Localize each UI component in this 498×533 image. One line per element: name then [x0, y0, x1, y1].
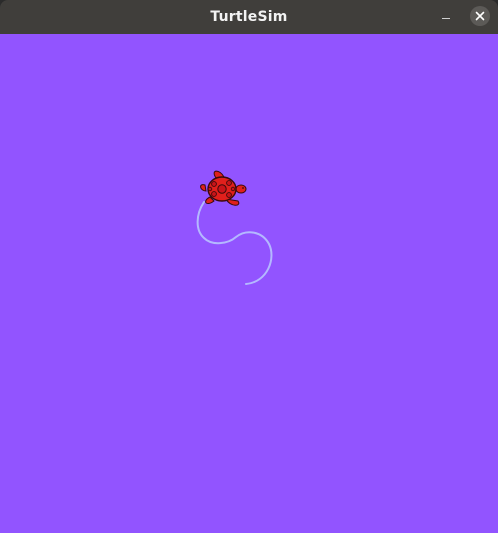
drawing-surface — [196, 170, 273, 285]
title-bar[interactable]: TurtleSim — [0, 0, 498, 34]
close-button[interactable] — [470, 6, 490, 26]
turtlesim-window: TurtleSim — [0, 0, 498, 533]
turtle-icon — [200, 170, 247, 206]
turtle-canvas — [0, 34, 498, 533]
window-title: TurtleSim — [210, 9, 288, 25]
close-icon — [475, 11, 485, 21]
minimize-button[interactable] — [434, 5, 458, 29]
minimize-icon — [442, 18, 450, 19]
pen-trail — [196, 201, 273, 285]
